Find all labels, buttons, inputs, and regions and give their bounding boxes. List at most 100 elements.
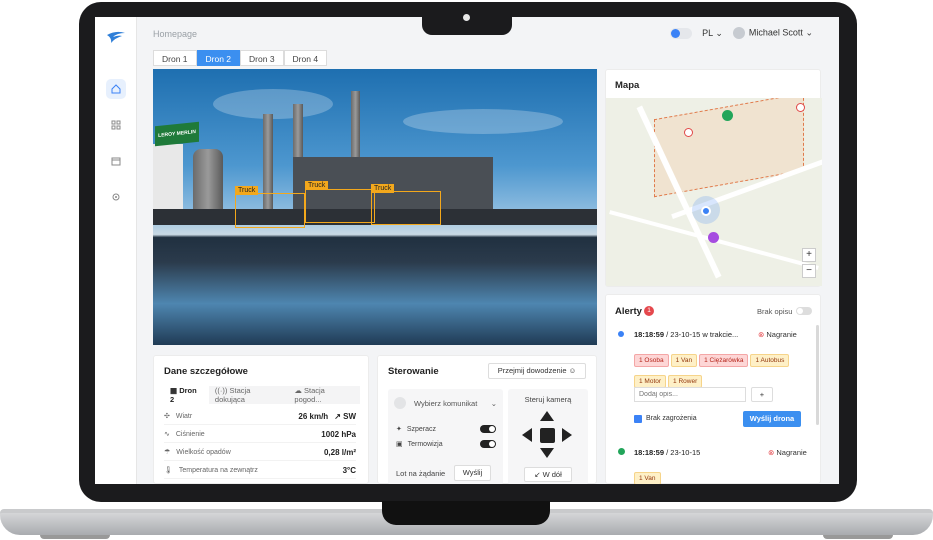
camera-dot xyxy=(463,14,470,21)
breadcrumb[interactable]: Homepage xyxy=(153,29,197,39)
camera-center-button[interactable] xyxy=(540,428,555,443)
send-drone-button[interactable]: Wyślij drona xyxy=(743,411,801,427)
alert-dot-icon xyxy=(618,331,624,337)
send-on-demand-button[interactable]: Wyślij xyxy=(454,465,491,481)
tag[interactable]: 1 Van xyxy=(634,472,661,484)
logo-icon[interactable] xyxy=(106,31,126,45)
thermal-row: ▣ Termowizja xyxy=(396,440,496,448)
map-card: Mapa + − xyxy=(605,69,822,287)
detection-box[interactable] xyxy=(371,191,441,225)
rain-icon: ☂ xyxy=(164,449,171,456)
user-menu[interactable]: Michael Scott ⌄ xyxy=(732,27,813,39)
zoom-in-button[interactable]: + xyxy=(802,248,816,262)
signal-pin-icon[interactable] xyxy=(708,232,719,243)
grid-icon[interactable] xyxy=(106,115,126,135)
control-title: Sterowanie xyxy=(388,366,439,377)
alert-pin-icon[interactable] xyxy=(796,103,805,112)
signal-icon: ((·)) xyxy=(214,386,228,395)
grid-icon: ▦ xyxy=(170,386,178,395)
thermal-toggle[interactable] xyxy=(480,440,496,448)
arrow-down-icon[interactable] xyxy=(540,448,554,458)
tab-dron-1[interactable]: Dron 1 xyxy=(153,50,197,66)
map-title: Mapa xyxy=(615,80,640,91)
cloud xyxy=(403,109,563,134)
alert-description-input[interactable] xyxy=(634,387,746,402)
arrow-right-icon[interactable] xyxy=(562,428,572,442)
tab-docking-station[interactable]: ((·)) Stacja dokująca xyxy=(209,382,288,408)
laptop-foot-right xyxy=(823,535,893,539)
zoom-out-button[interactable]: − xyxy=(802,264,816,278)
tag[interactable]: 1 Osoba xyxy=(634,354,669,367)
gear-icon[interactable] xyxy=(106,187,126,207)
searchlight-toggle[interactable] xyxy=(480,425,496,433)
map-view[interactable]: + − xyxy=(606,98,822,286)
app-screen: Homepage PL ⌄ Michael Scott ⌄ Dron 1 Dro… xyxy=(95,17,839,484)
tag[interactable]: 1 Van xyxy=(670,354,698,367)
no-description-label: Brak opisu xyxy=(757,307,793,316)
detail-row-rainfall: ☂ Wielkość opadów 0,28 l/m² xyxy=(164,444,356,461)
tag[interactable]: 1 Ciężarówka xyxy=(699,354,749,367)
cloud xyxy=(213,89,333,119)
tab-details-drone[interactable]: ▦ Dron 2 xyxy=(164,382,209,408)
alert-time[interactable]: 18:18:59 / 23-10-15 w trakcie... xyxy=(634,330,738,339)
pressure-icon: ∿ xyxy=(164,431,170,438)
no-description-toggle[interactable] xyxy=(796,307,812,315)
alert-tags: 1 Van xyxy=(634,467,663,484)
add-description-button[interactable]: + xyxy=(751,387,773,402)
searchlight-row: ✦ Szperacz xyxy=(396,425,496,433)
top-right-controls: PL ⌄ Michael Scott ⌄ xyxy=(670,27,813,39)
on-demand-label: Lot na żądanie xyxy=(396,469,446,478)
cloud-icon: ☁ xyxy=(294,386,302,395)
drone-tabs: Dron 1 Dron 2 Dron 3 Dron 4 xyxy=(153,50,328,66)
megaphone-icon xyxy=(394,397,406,409)
tab-weather-station[interactable]: ☁ Stacja pogod... xyxy=(288,382,360,408)
detail-row-temperature: 🌡 Temperatura na zewnątrz 3°C xyxy=(164,462,356,479)
flashlight-icon: ✦ xyxy=(396,426,402,433)
laptop-base-notch xyxy=(382,501,550,525)
tab-dron-3[interactable]: Dron 3 xyxy=(240,50,284,66)
store-sign: LEROY MERLIN xyxy=(155,121,199,147)
arrow-left-icon[interactable] xyxy=(522,428,532,442)
take-command-button[interactable]: Przejmij dowodzenie ☺ xyxy=(488,363,586,379)
tab-dron-4[interactable]: Dron 4 xyxy=(283,50,328,66)
station-pin-icon[interactable] xyxy=(722,110,733,121)
details-title: Dane szczegółowe xyxy=(164,366,248,377)
alert-time[interactable]: 18:18:59 / 23-10-15 xyxy=(634,448,700,457)
alert-status[interactable]: ⊗ Nagranie xyxy=(758,330,797,339)
tab-dron-2[interactable]: Dron 2 xyxy=(196,50,241,66)
message-select[interactable]: Wybierz komunikat ⌄ xyxy=(394,395,497,411)
wind-icon: ✣ xyxy=(164,413,170,420)
chevron-down-icon: ⌄ xyxy=(805,27,813,38)
details-card: Dane szczegółowe ▦ Dron 2 ((·)) Stacja d… xyxy=(153,355,369,484)
home-icon[interactable] xyxy=(106,79,126,99)
sidebar xyxy=(95,17,137,484)
record-icon: ⊗ xyxy=(758,330,765,339)
language-select[interactable]: PL ⌄ xyxy=(702,28,723,39)
arrow-up-icon[interactable] xyxy=(540,411,554,421)
control-card: Sterowanie Przejmij dowodzenie ☺ Wybierz… xyxy=(377,355,597,484)
detection-box[interactable] xyxy=(305,189,375,223)
detection-label: Truck xyxy=(371,184,395,193)
laptop-frame: Homepage PL ⌄ Michael Scott ⌄ Dron 1 Dro… xyxy=(0,0,933,540)
alert-status[interactable]: ⊗ Nagranie xyxy=(768,448,807,457)
theme-toggle[interactable] xyxy=(670,27,693,39)
camera-control-title: Steruj kamerą xyxy=(524,395,572,404)
calendar-icon[interactable] xyxy=(106,151,126,171)
tag[interactable]: 1 Autobus xyxy=(750,354,790,367)
alert-pin-icon[interactable] xyxy=(684,128,693,137)
scrollbar[interactable] xyxy=(816,325,819,425)
camera-down-button[interactable]: ↙ W dół xyxy=(524,467,572,482)
user-icon: ☺ xyxy=(568,366,577,375)
details-tabs: ▦ Dron 2 ((·)) Stacja dokująca ☁ Stacja … xyxy=(164,382,360,408)
main-area: Homepage PL ⌄ Michael Scott ⌄ Dron 1 Dro… xyxy=(137,17,839,484)
detection-box[interactable] xyxy=(235,193,305,228)
thermal-icon: ▣ xyxy=(396,441,403,448)
detail-row-wind: ✣ Wiatr 26 km/h ↗ SW xyxy=(164,408,356,425)
drone-video-feed[interactable]: LEROY MERLIN Truck Truck Truck xyxy=(153,69,597,345)
camera-panel: Steruj kamerą ↙ W dół xyxy=(508,389,588,484)
drone-location-icon[interactable] xyxy=(701,206,711,216)
no-threat-checkbox[interactable] xyxy=(634,415,642,423)
thermometer-icon: 🌡 xyxy=(164,467,173,474)
alert-dot-icon xyxy=(618,448,625,455)
no-threat-label: Brak zagrożenia xyxy=(646,415,697,422)
